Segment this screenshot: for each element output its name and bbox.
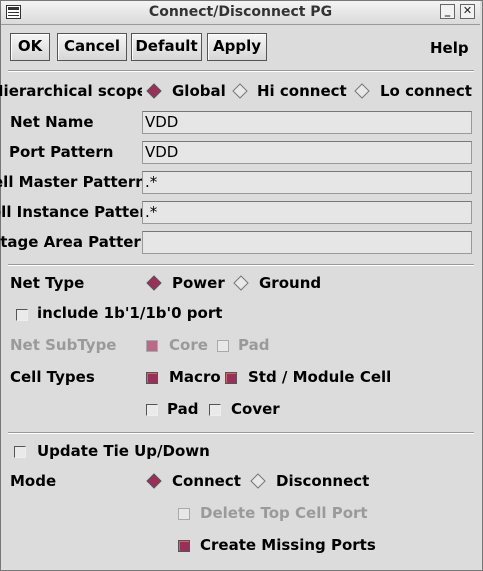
net-name-input[interactable]: VDD — [142, 111, 472, 134]
include-port-checkbox[interactable] — [16, 309, 28, 321]
celltype-cover-checkbox[interactable] — [209, 404, 221, 416]
net-subtype-label: Net SubType — [10, 336, 117, 354]
net-name-label-clip: Net Name — [0, 113, 142, 131]
subtype-core-label[interactable]: Core — [169, 336, 208, 354]
port-pattern-label-clip: Port Pattern — [0, 143, 142, 161]
cell-master-label: Cell Master Pattern — [0, 173, 142, 191]
delete-top-port-label[interactable]: Delete Top Cell Port — [200, 504, 368, 522]
scope-label-clip: Hierarchical scope — [0, 82, 142, 100]
minimize-button[interactable]: _ — [440, 4, 455, 19]
help-link[interactable]: Help — [430, 39, 469, 57]
cell-instance-label: Cell Instance Pattern — [0, 203, 142, 221]
scope-global-label[interactable]: Global — [172, 82, 226, 100]
celltype-std-checkbox[interactable] — [225, 372, 237, 384]
default-button[interactable]: Default — [131, 33, 202, 61]
cancel-button[interactable]: Cancel — [57, 33, 127, 61]
separator — [8, 70, 474, 72]
title-bar[interactable]: Connect/Disconnect PG _ ✕ — [1, 1, 480, 25]
separator — [8, 264, 474, 266]
mode-disconnect-label[interactable]: Disconnect — [276, 472, 369, 490]
net-type-ground-radio[interactable] — [233, 275, 249, 291]
cell-instance-input[interactable]: .* — [142, 201, 472, 224]
mode-connect-radio[interactable] — [146, 473, 162, 489]
close-button[interactable]: ✕ — [460, 4, 475, 19]
subtype-core-checkbox[interactable] — [146, 340, 158, 352]
subtype-pad-checkbox[interactable] — [217, 340, 229, 352]
separator — [8, 432, 474, 434]
voltage-area-label-clip: Voltage Area Pattern — [0, 233, 142, 251]
net-name-label: Net Name — [10, 113, 94, 131]
celltype-pad-label[interactable]: Pad — [167, 400, 198, 418]
net-type-label: Net Type — [10, 274, 85, 292]
include-port-label[interactable]: include 1b'1/1b'0 port — [37, 304, 222, 322]
create-missing-ports-label[interactable]: Create Missing Ports — [200, 536, 376, 554]
scope-global-radio[interactable] — [146, 83, 162, 99]
cell-master-label-clip: Cell Master Pattern — [0, 173, 142, 191]
celltype-std-label[interactable]: Std / Module Cell — [248, 368, 391, 386]
cell-master-input[interactable]: .* — [142, 171, 472, 194]
scope-hiconnect-label[interactable]: Hi connect — [257, 82, 347, 100]
celltype-pad-checkbox[interactable] — [146, 404, 158, 416]
net-type-power-label[interactable]: Power — [172, 274, 225, 292]
cell-instance-label-clip: Cell Instance Pattern — [0, 203, 142, 221]
apply-button[interactable]: Apply — [207, 33, 267, 61]
port-pattern-label: Port Pattern — [9, 143, 114, 161]
voltage-area-input[interactable] — [142, 231, 472, 254]
delete-top-port-checkbox[interactable] — [178, 508, 190, 520]
celltype-macro-checkbox[interactable] — [146, 372, 158, 384]
voltage-area-label: Voltage Area Pattern — [0, 233, 142, 251]
update-tie-label[interactable]: Update Tie Up/Down — [37, 442, 210, 460]
net-type-power-radio[interactable] — [146, 275, 162, 291]
scope-loconnect-radio[interactable] — [354, 83, 370, 99]
ok-button[interactable]: OK — [10, 33, 50, 61]
mode-disconnect-radio[interactable] — [250, 473, 266, 489]
net-type-ground-label[interactable]: Ground — [259, 274, 321, 292]
mode-connect-label[interactable]: Connect — [172, 472, 241, 490]
scope-loconnect-label[interactable]: Lo connect — [380, 82, 472, 100]
scope-label: Hierarchical scope — [0, 82, 142, 100]
update-tie-checkbox[interactable] — [14, 446, 26, 458]
window-title: Connect/Disconnect PG — [148, 4, 333, 20]
port-pattern-input[interactable]: VDD — [142, 141, 472, 164]
scope-hiconnect-radio[interactable] — [232, 83, 248, 99]
subtype-pad-label[interactable]: Pad — [238, 336, 269, 354]
mode-label: Mode — [10, 472, 57, 490]
cell-types-label: Cell Types — [10, 368, 95, 386]
celltype-cover-label[interactable]: Cover — [231, 400, 280, 418]
celltype-macro-label[interactable]: Macro — [169, 368, 221, 386]
create-missing-ports-checkbox[interactable] — [178, 540, 190, 552]
